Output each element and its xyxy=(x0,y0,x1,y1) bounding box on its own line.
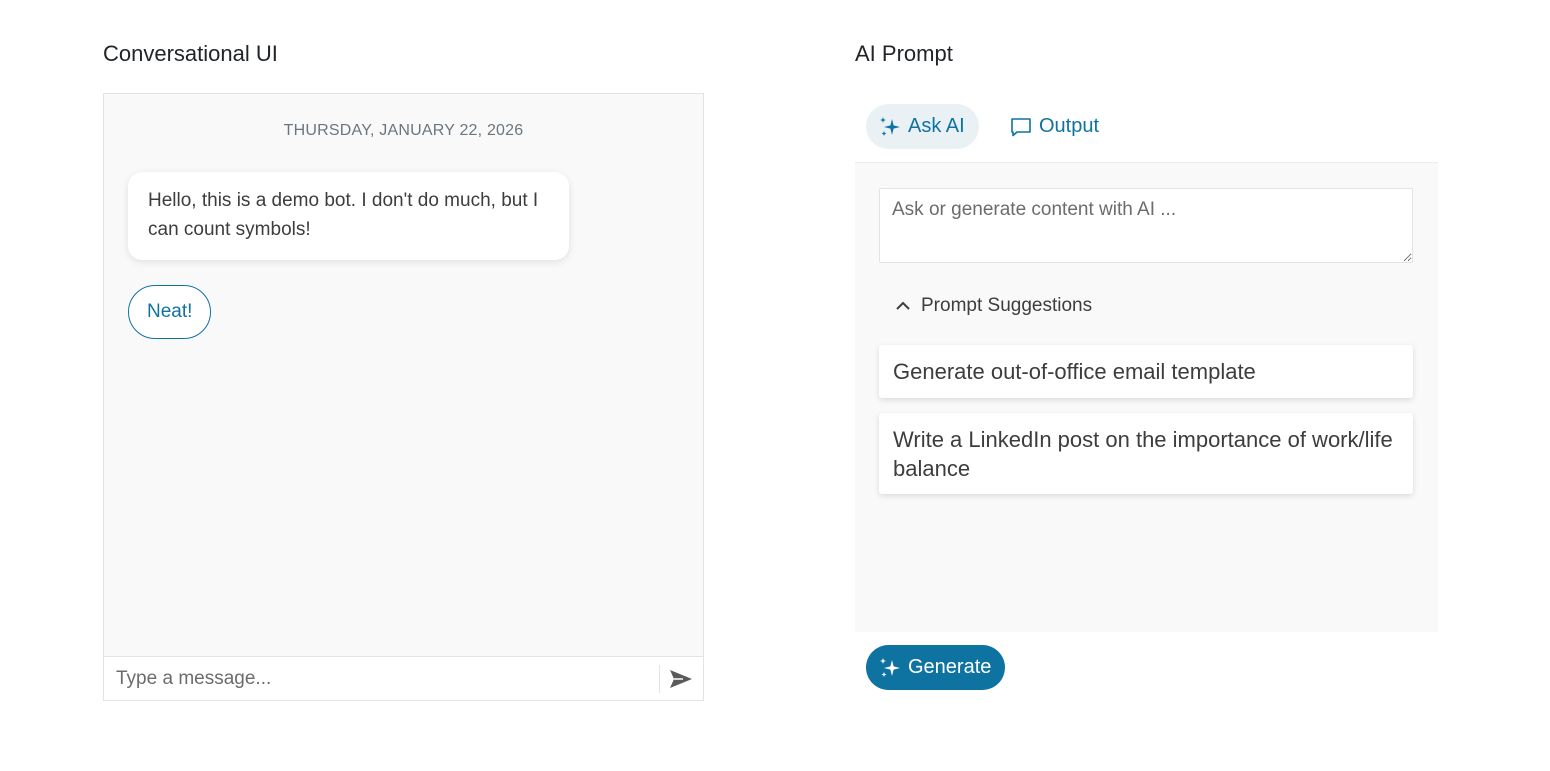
send-button[interactable] xyxy=(664,663,698,695)
message-input[interactable] xyxy=(104,657,660,700)
prompt-suggestions-label: Prompt Suggestions xyxy=(921,295,1093,316)
suggested-action-neat[interactable]: Neat! xyxy=(128,285,212,339)
chevron-up-icon xyxy=(896,301,910,310)
prompt-suggestion[interactable]: Generate out-of-office email template xyxy=(879,345,1413,398)
generate-button[interactable]: Generate xyxy=(866,645,1006,690)
prompt-suggestion[interactable]: Write a LinkedIn post on the importance … xyxy=(879,413,1413,494)
ai-prompt-content: Prompt Suggestions Generate out-of-offic… xyxy=(855,163,1438,632)
generate-label: Generate xyxy=(908,656,992,678)
page: Conversational UI THURSDAY, JANUARY 22, … xyxy=(0,0,1550,771)
send-separator xyxy=(659,665,660,693)
tab-ask-ai-label: Ask AI xyxy=(908,115,965,137)
comment-icon xyxy=(1011,117,1031,136)
sparkle-icon xyxy=(880,657,900,677)
ai-prompt-panel: Ask AI Output Prompt Suggestions Generat… xyxy=(855,93,1438,690)
prompt-suggestions-toggle[interactable]: Prompt Suggestions xyxy=(895,295,1092,317)
tab-ask-ai[interactable]: Ask AI xyxy=(866,104,979,149)
chat-panel: THURSDAY, JANUARY 22, 2026 Hello, this i… xyxy=(103,93,704,701)
prompt-textarea[interactable] xyxy=(879,188,1413,263)
chat-date-header: THURSDAY, JANUARY 22, 2026 xyxy=(283,122,524,139)
tab-output[interactable]: Output xyxy=(997,104,1113,149)
sparkle-icon xyxy=(880,116,900,136)
tab-output-label: Output xyxy=(1039,115,1100,137)
ai-prompt-toolbar: Ask AI Output xyxy=(855,93,1438,163)
bot-message-bubble: Hello, this is a demo bot. I don't do mu… xyxy=(128,172,569,260)
conversational-ui-title: Conversational UI xyxy=(103,41,278,66)
send-icon xyxy=(670,670,692,688)
ai-prompt-title: AI Prompt xyxy=(855,41,953,66)
chat-message-box xyxy=(104,656,703,700)
